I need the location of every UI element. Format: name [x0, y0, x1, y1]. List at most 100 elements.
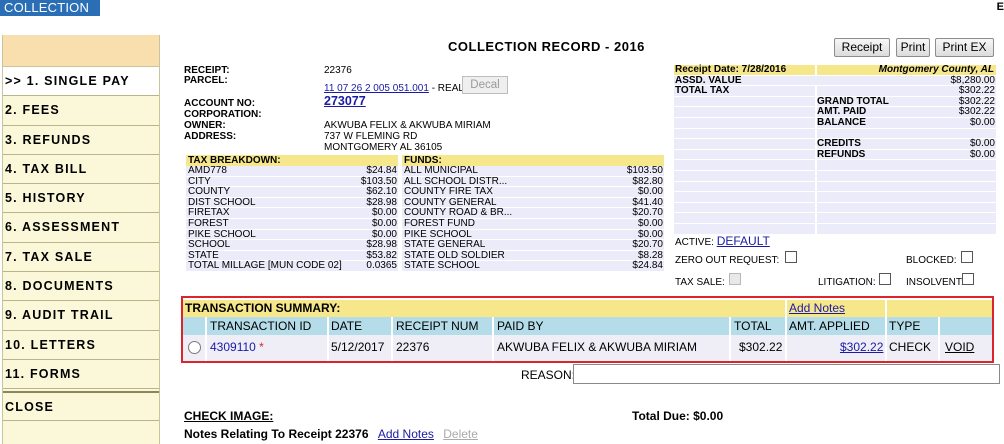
col-total: TOTAL	[734, 319, 772, 333]
col-receipt-num: RECEIPT NUM	[396, 319, 479, 333]
table-row	[674, 192, 996, 203]
sidebar-item-audit-trail[interactable]: 9. AUDIT TRAIL	[3, 301, 159, 331]
litigation-label: LITIGATION:	[818, 277, 876, 288]
table-row	[674, 202, 996, 214]
owner-label: OWNER:	[184, 120, 226, 131]
summary-header-row: Receipt Date: 7/28/2016 Montgomery Count…	[674, 64, 996, 76]
void-link[interactable]: VOID	[945, 340, 974, 354]
receipt-date: Receipt Date: 7/28/2016	[675, 64, 787, 75]
address-line2: MONTGOMERY AL 36105	[324, 142, 443, 153]
account-label: ACCOUNT NO:	[184, 98, 256, 109]
table-row	[674, 213, 996, 224]
receipt-value: 22376	[324, 65, 352, 76]
transaction-column-headers: TRANSACTION ID DATE RECEIPT NUM PAID BY …	[183, 317, 992, 335]
transaction-type: CHECK	[889, 340, 932, 354]
print-button[interactable]: Print	[896, 38, 930, 57]
col-transaction-id: TRANSACTION ID	[210, 319, 312, 333]
parcel-link[interactable]: 11 07 26 2 005 051.001	[324, 83, 429, 94]
sidebar-item-history[interactable]: 5. HISTORY	[3, 184, 159, 214]
zero-out-checkbox[interactable]	[785, 251, 797, 263]
table-row: TOTAL MILLAGE [MUN CODE 02] 0.0365	[186, 260, 398, 272]
col-amt-applied: AMT. APPLIED	[789, 319, 870, 333]
owner-value: AKWUBA FELIX & AKWUBA MIRIAM	[324, 120, 491, 131]
add-notes-link[interactable]: Add Notes	[789, 301, 845, 315]
table-row: AMD778 $24.84	[186, 165, 398, 177]
top-bar: COLLECTION E	[0, 0, 1004, 16]
app-tab-collection[interactable]: COLLECTION	[0, 0, 100, 16]
table-row	[674, 170, 996, 182]
reason-input[interactable]	[573, 364, 1000, 384]
top-edge-text: E	[996, 1, 1004, 13]
litigation-checkbox[interactable]	[879, 273, 891, 285]
active-status: ACTIVE: DEFAULT	[675, 234, 770, 248]
table-row	[674, 160, 996, 171]
sidebar: >> 1. SINGLE PAY 2. FEES 3. REFUNDS 4. T…	[2, 35, 160, 444]
transaction-summary-title: TRANSACTION SUMMARY:	[185, 301, 341, 315]
sidebar-item-documents[interactable]: 8. DOCUMENTS	[3, 272, 159, 302]
notes-add-link[interactable]: Add Notes	[378, 427, 434, 441]
decal-button[interactable]: Decal	[462, 76, 508, 94]
sidebar-item-assessment[interactable]: 6. ASSESSMENT	[3, 213, 159, 243]
tax-breakdown-table: TAX BREAKDOWN: AMD778 $24.84 CITY $103.50 …	[186, 155, 398, 272]
receipt-button[interactable]: Receipt	[834, 38, 890, 57]
transaction-date: 5/12/2017	[331, 340, 385, 354]
account-link[interactable]: 273077	[324, 94, 366, 108]
table-row	[674, 181, 996, 193]
table-row	[674, 223, 996, 235]
notes-delete-link: Delete	[443, 427, 478, 441]
sidebar-item-forms[interactable]: 11. FORMS	[3, 360, 159, 390]
summary-panel: Receipt Date: 7/28/2016 Montgomery Count…	[674, 64, 996, 235]
notes-heading: Notes Relating To Receipt 22376	[184, 427, 369, 441]
tax-sale-checkbox	[729, 273, 741, 285]
col-type: TYPE	[889, 319, 921, 333]
check-image-label: CHECK IMAGE:	[184, 409, 274, 423]
sidebar-item-refunds[interactable]: 3. REFUNDS	[3, 126, 159, 155]
table-row: REFUNDS $0.00	[674, 149, 996, 161]
sidebar-item-letters[interactable]: 10. LETTERS	[3, 331, 159, 360]
blocked-checkbox[interactable]	[961, 251, 973, 263]
transaction-radio[interactable]	[188, 341, 201, 354]
transaction-amt-applied-link[interactable]: $302.22	[840, 340, 883, 354]
sidebar-item-tax-bill[interactable]: 4. TAX BILL	[3, 155, 159, 185]
transaction-id-link[interactable]: 4309110	[210, 340, 256, 354]
funds-table: FUNDS: ALL MUNICIPAL $103.50 ALL SCHOOL D…	[402, 155, 664, 272]
corporation-label: CORPORATION:	[184, 109, 262, 120]
sidebar-item-close[interactable]: CLOSE	[3, 391, 159, 421]
table-row: BALANCE $0.00	[674, 117, 996, 129]
col-paid-by: PAID BY	[497, 319, 544, 333]
record-info: RECEIPT: 22376 PARCEL: 11 07 26 2 005 05…	[184, 65, 664, 155]
sidebar-item-tax-sale[interactable]: 7. TAX SALE	[3, 243, 159, 273]
insolvent-checkbox[interactable]	[962, 273, 974, 285]
blocked-label: BLOCKED:	[906, 255, 957, 266]
transaction-receipt-num: 22376	[396, 340, 430, 354]
insolvent-label: INSOLVENT:	[906, 277, 964, 288]
address-label: ADDRESS:	[184, 131, 237, 142]
transaction-marker: *	[259, 340, 264, 354]
main-panel: COLLECTION RECORD - 2016 Receipt Print P…	[181, 35, 1000, 444]
transaction-paid-by: AKWUBA FELIX & AKWUBA MIRIAM	[497, 340, 698, 354]
sidebar-header	[3, 35, 159, 67]
address-line1: 737 W FLEMING RD	[324, 131, 418, 142]
sidebar-item-fees[interactable]: 2. FEES	[3, 96, 159, 126]
col-date: DATE	[331, 319, 363, 333]
sidebar-item-single-pay[interactable]: >> 1. SINGLE PAY	[3, 67, 159, 97]
table-row: 4309110 * 5/12/2017 22376 AKWUBA FELIX &…	[183, 335, 992, 361]
tax-sale-label: TAX SALE:	[675, 277, 725, 288]
table-row: STATE SCHOOL $24.84	[402, 260, 664, 272]
active-link[interactable]: DEFAULT	[717, 234, 770, 248]
reason-label: REASON:	[521, 368, 576, 382]
zero-out-label: ZERO OUT REQUEST:	[675, 255, 780, 266]
parcel-suffix: - REAL	[431, 83, 464, 94]
parcel-label: PARCEL:	[184, 75, 228, 86]
transaction-total: $302.22	[739, 340, 783, 354]
county-name: Montgomery County, AL	[878, 64, 994, 75]
table-row: FOREST $0.00	[186, 217, 398, 230]
page-title: COLLECTION RECORD - 2016	[448, 39, 645, 54]
transaction-header-row: TRANSACTION SUMMARY: Add Notes	[183, 300, 992, 317]
table-row: ALL MUNICIPAL $103.50	[402, 165, 664, 177]
transaction-summary-box: TRANSACTION SUMMARY: Add Notes TRANSACTI…	[181, 296, 994, 363]
total-due: Total Due: $0.00	[632, 409, 724, 423]
active-label: ACTIVE:	[675, 237, 714, 248]
print-ex-button[interactable]: Print EX	[935, 38, 994, 57]
table-row: FOREST FUND $0.00	[402, 217, 664, 230]
